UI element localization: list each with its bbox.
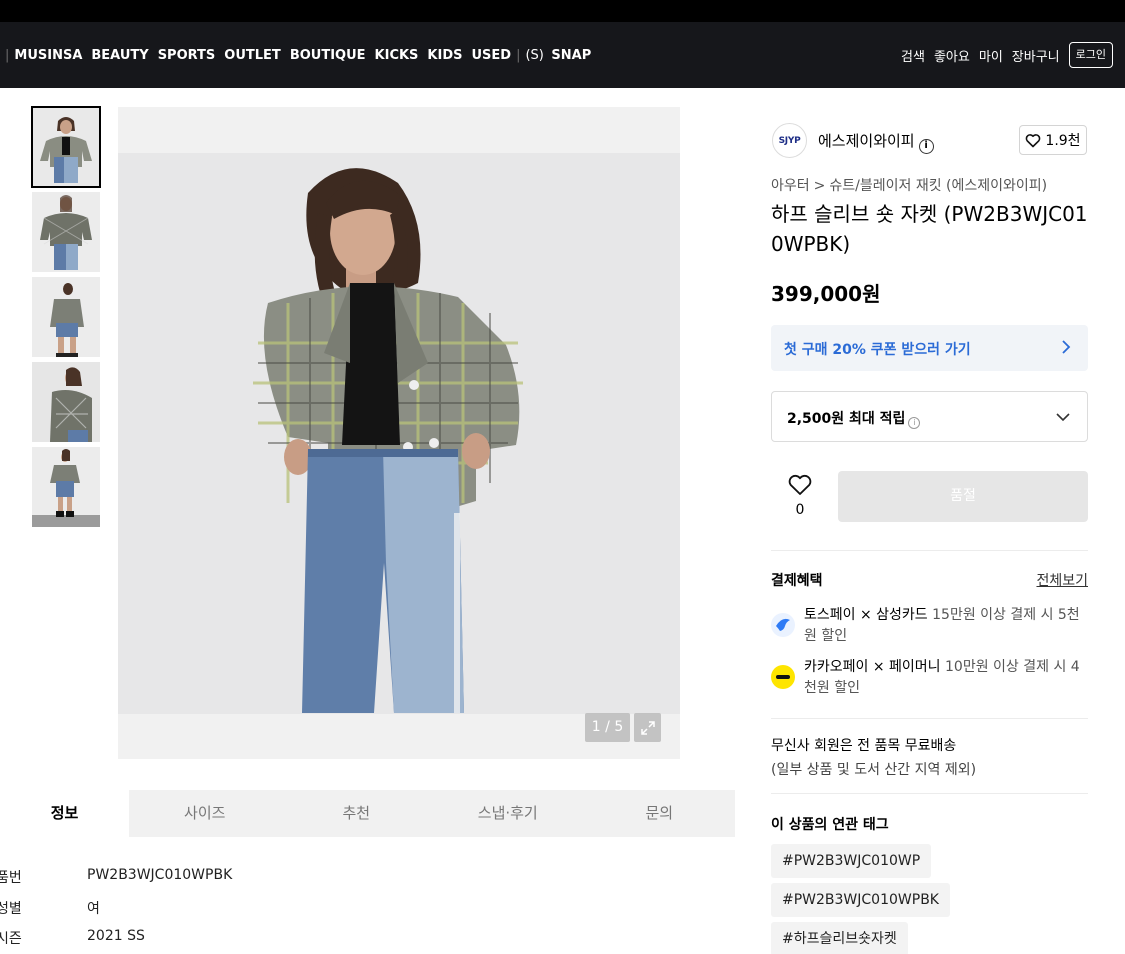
- tab-recommend[interactable]: 추천: [281, 790, 433, 837]
- wishlist-count: 0: [795, 502, 805, 518]
- main-product-image-frame: 1 / 5: [118, 107, 680, 759]
- brand-name: 에스제이와이피: [818, 132, 915, 150]
- brand-like-count: 1.9천: [1045, 133, 1081, 149]
- coupon-label: 첫 구매 20% 쿠폰 받으러 가기: [784, 342, 971, 358]
- product-thumbnail-1[interactable]: [31, 106, 101, 188]
- chevron-right-icon: [1062, 340, 1071, 354]
- expand-icon: [640, 720, 655, 735]
- payment-benefits-title: 결제혜택: [771, 573, 823, 589]
- login-button[interactable]: 로그인: [1068, 42, 1113, 68]
- brand-logo[interactable]: SJYP: [772, 123, 807, 158]
- expand-image-button[interactable]: [634, 713, 661, 742]
- points-dropdown[interactable]: 2,500원 최대 적립 i: [771, 391, 1088, 442]
- tab-info[interactable]: 정보: [0, 790, 129, 837]
- spec-value: 여: [87, 901, 100, 917]
- gnb-menu-outlet[interactable]: OUTLET: [224, 48, 281, 63]
- breadcrumb-separator: >: [813, 178, 826, 194]
- top-black-strip: [0, 0, 1125, 22]
- breadcrumb: 아우터 > 슈트/블레이저 재킷 (에스제이와이피): [771, 175, 1047, 195]
- points-label-wrap: 2,500원 최대 적립 i: [787, 408, 921, 429]
- gnb-menu-snap[interactable]: (S) SNAP: [525, 48, 591, 63]
- cart-link[interactable]: 장바구니: [1012, 46, 1060, 65]
- related-tag[interactable]: #PW2B3WJC010WP: [771, 844, 932, 878]
- image-pager: 1 / 5: [585, 713, 630, 742]
- product-price: 399,000원: [771, 282, 881, 306]
- gnb-menu: | MUSINSA BEAUTY SPORTS OUTLET BOUTIQUE …: [0, 22, 591, 88]
- divider: [771, 550, 1088, 551]
- page-current: 1: [591, 719, 601, 735]
- spec-label: 시즌: [0, 931, 22, 947]
- points-label: 2,500원 최대 적립: [787, 411, 906, 427]
- benefit-text: 카카오페이 × 페이머니 10만원 이상 결제 시 4천원 할인: [804, 657, 1090, 699]
- tab-inquiry[interactable]: 문의: [584, 790, 736, 837]
- free-shipping-notice: 무신사 회원은 전 품목 무료배송: [771, 738, 957, 754]
- heart-icon: [1026, 133, 1041, 147]
- breadcrumb-blazer[interactable]: 슈트/블레이저 재킷 (에스제이와이피): [829, 178, 1047, 194]
- info-icon[interactable]: i: [908, 417, 921, 429]
- gnb-menu-musinsa[interactable]: MUSINSA: [14, 48, 82, 63]
- tab-snap-review[interactable]: 스냅·후기: [432, 790, 584, 837]
- page-total: 5: [614, 719, 624, 735]
- gnb-menu-kicks[interactable]: KICKS: [375, 48, 419, 63]
- wishlist-button[interactable]: 0: [787, 474, 813, 518]
- gnb-utils: 검색 좋아요 마이 장바구니 로그인: [892, 22, 1113, 88]
- kakaopay-icon: [771, 665, 795, 689]
- product-thumbnail-4[interactable]: [32, 362, 100, 442]
- product-thumbnail-5[interactable]: [32, 447, 100, 527]
- spec-label: 성별: [0, 901, 22, 917]
- global-nav: | MUSINSA BEAUTY SPORTS OUTLET BOUTIQUE …: [0, 22, 1125, 88]
- spec-label: 품번: [0, 870, 22, 886]
- benefit-item-tosspay: 토스페이 × 삼성카드 15만원 이상 결제 시 5천원 할인: [771, 605, 1088, 647]
- gnb-menu-beauty[interactable]: BEAUTY: [91, 48, 148, 63]
- tosspay-icon: [771, 613, 795, 637]
- snap-logo-icon: (S): [525, 47, 544, 63]
- product-title: 하프 슬리브 숏 자켓 (PW2B3WJC010WPBK): [771, 202, 1088, 256]
- soldout-button[interactable]: 품절: [838, 471, 1088, 522]
- tab-size[interactable]: 사이즈: [129, 790, 281, 837]
- likes-link[interactable]: 좋아요: [934, 46, 970, 65]
- product-thumbnail-3[interactable]: [32, 277, 100, 357]
- view-all-benefits-link[interactable]: 전체보기: [1036, 570, 1088, 590]
- main-product-photo[interactable]: [118, 153, 680, 714]
- gnb-menu-used[interactable]: USED: [472, 48, 512, 63]
- snap-label: SNAP: [551, 47, 592, 63]
- search-link[interactable]: 검색: [901, 46, 925, 65]
- product-tabs: 정보 사이즈 추천 스냅·후기 문의: [0, 790, 735, 837]
- gnb-menu-kids[interactable]: KIDS: [427, 48, 462, 63]
- benefit-name: 토스페이 × 삼성카드: [804, 607, 928, 623]
- benefit-item-kakaopay: 카카오페이 × 페이머니 10만원 이상 결제 시 4천원 할인: [771, 657, 1088, 699]
- shipping-exception-note: (일부 상품 및 도서 산간 지역 제외): [771, 762, 977, 778]
- info-icon[interactable]: i: [918, 139, 934, 154]
- gnb-divider: |: [516, 47, 521, 63]
- brand-like-button[interactable]: 1.9천: [1019, 125, 1087, 155]
- page-separator: /: [605, 719, 610, 735]
- gnb-menu-boutique[interactable]: BOUTIQUE: [290, 48, 366, 63]
- spec-value: PW2B3WJC010WPBK: [87, 867, 233, 883]
- chevron-down-icon: [1056, 413, 1070, 422]
- gnb-menu-sports[interactable]: SPORTS: [158, 48, 216, 63]
- brand-name-link[interactable]: 에스제이와이피 i: [818, 130, 934, 154]
- product-thumbnail-2[interactable]: [32, 192, 100, 272]
- heart-icon: [788, 474, 812, 495]
- benefit-name: 카카오페이 × 페이머니: [804, 659, 941, 675]
- related-tag[interactable]: #PW2B3WJC010WPBK: [771, 883, 950, 917]
- benefit-text: 토스페이 × 삼성카드 15만원 이상 결제 시 5천원 할인: [804, 605, 1090, 647]
- related-tag[interactable]: #하프슬리브숏자켓: [771, 922, 908, 954]
- related-tags-title: 이 상품의 연관 태그: [771, 817, 889, 833]
- gnb-divider: |: [5, 47, 10, 63]
- spec-value: 2021 SS: [87, 928, 145, 944]
- divider: [771, 718, 1088, 719]
- my-page-link[interactable]: 마이: [979, 46, 1003, 65]
- breadcrumb-outer[interactable]: 아우터: [771, 178, 810, 194]
- divider: [771, 793, 1088, 794]
- first-purchase-coupon-banner[interactable]: 첫 구매 20% 쿠폰 받으러 가기: [771, 325, 1088, 371]
- product-info-panel: SJYP 에스제이와이피 i 1.9천 아우터 > 슈트/블레이저 재킷 (에스제이와…: [752, 107, 1108, 954]
